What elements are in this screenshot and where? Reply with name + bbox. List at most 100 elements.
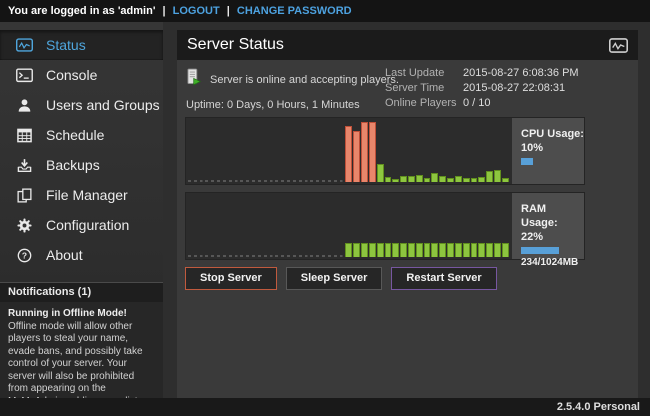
sidebar-item-schedule[interactable]: Schedule bbox=[0, 120, 163, 150]
chart-bar bbox=[431, 173, 438, 182]
chart-bar bbox=[270, 180, 275, 182]
notifications-panel: Notifications (1) Running in Offline Mod… bbox=[0, 282, 163, 416]
chart-bar bbox=[455, 243, 462, 257]
page-title: Server Status bbox=[187, 36, 284, 54]
restart-server-button[interactable]: Restart Server bbox=[391, 267, 496, 290]
sidebar-item-configuration[interactable]: Configuration bbox=[0, 210, 163, 240]
backups-icon bbox=[15, 157, 33, 174]
uptime-text: Uptime: 0 Days, 0 Hours, 1 Minutes bbox=[186, 99, 360, 111]
chart-bar bbox=[361, 243, 368, 257]
panel-body: Server is online and accepting players. … bbox=[177, 60, 638, 398]
chart-bar bbox=[385, 177, 392, 182]
chart-bar bbox=[287, 180, 292, 182]
chart-bar bbox=[264, 255, 269, 257]
ram-legend-swatch bbox=[521, 247, 559, 254]
sidebar-item-label: About bbox=[46, 247, 83, 263]
chart-bar bbox=[369, 243, 376, 257]
ram-legend-detail: 234/1024MB bbox=[521, 256, 584, 270]
stop-server-button[interactable]: Stop Server bbox=[185, 267, 277, 290]
file-manager-icon bbox=[15, 187, 33, 204]
chart-bar bbox=[217, 255, 222, 257]
chart-bar bbox=[270, 255, 275, 257]
chart-bar bbox=[447, 178, 454, 182]
server-online-icon bbox=[187, 68, 201, 91]
info-row-online-players: Online Players 0 / 10 bbox=[385, 97, 579, 109]
chart-bar bbox=[217, 180, 222, 182]
chart-bar bbox=[229, 255, 234, 257]
info-value: 0 / 10 bbox=[463, 97, 491, 109]
chart-bar bbox=[188, 255, 193, 257]
svg-text:?: ? bbox=[21, 250, 26, 260]
sidebar-item-backups[interactable]: Backups bbox=[0, 150, 163, 180]
chart-bar bbox=[240, 180, 245, 182]
question-icon: ? bbox=[15, 247, 33, 264]
chart-bar bbox=[447, 243, 454, 257]
chart-bar bbox=[416, 175, 423, 182]
chart-bar bbox=[281, 255, 286, 257]
footer-bar: 2.5.4.0 Personal bbox=[0, 398, 650, 416]
chart-bar bbox=[200, 255, 205, 257]
sidebar-item-users-and-groups[interactable]: Users and Groups bbox=[0, 90, 163, 120]
chart-bar bbox=[240, 255, 245, 257]
chart-bar bbox=[211, 180, 216, 182]
chart-bar bbox=[316, 255, 321, 257]
server-status-row: Server is online and accepting players. bbox=[187, 68, 399, 91]
chart-bar bbox=[416, 243, 423, 257]
sidebar-item-label: Configuration bbox=[46, 217, 129, 233]
chart-bar bbox=[235, 180, 240, 182]
ram-usage-legend: RAM Usage: 22% 234/1024MB bbox=[512, 193, 584, 259]
sidebar-item-console[interactable]: Console bbox=[0, 60, 163, 90]
chart-bar bbox=[424, 243, 431, 257]
sleep-server-button[interactable]: Sleep Server bbox=[286, 267, 383, 290]
separator: | bbox=[227, 5, 230, 17]
chart-bar bbox=[463, 243, 470, 257]
cpu-usage-legend: CPU Usage: 10% bbox=[512, 118, 584, 184]
sidebar-menu: Status Console Users and Groups Schedule bbox=[0, 22, 163, 270]
ram-legend-value: 22% bbox=[521, 230, 584, 244]
chart-bar bbox=[194, 180, 199, 182]
ram-usage-chart: RAM Usage: 22% 234/1024MB bbox=[185, 192, 585, 260]
status-chart-icon[interactable] bbox=[609, 38, 628, 53]
chart-bar bbox=[392, 243, 399, 257]
chart-bar bbox=[345, 243, 352, 257]
chart-bar bbox=[246, 255, 251, 257]
chart-bar bbox=[223, 255, 228, 257]
main-area: Server Status Server is online and accep… bbox=[163, 22, 650, 398]
server-action-buttons: Stop Server Sleep Server Restart Server bbox=[185, 267, 497, 290]
chart-bar bbox=[211, 255, 216, 257]
chart-bar bbox=[345, 126, 352, 182]
sidebar-item-status[interactable]: Status bbox=[0, 30, 163, 60]
chart-bar bbox=[385, 243, 392, 257]
info-label: Online Players bbox=[385, 97, 463, 109]
chart-bar bbox=[246, 180, 251, 182]
chart-bar bbox=[305, 255, 310, 257]
chart-bar bbox=[293, 180, 298, 182]
sidebar-item-label: File Manager bbox=[46, 187, 128, 203]
chart-bar bbox=[431, 243, 438, 257]
server-status-message: Server is online and accepting players. bbox=[210, 74, 399, 86]
chart-bar bbox=[455, 176, 462, 182]
sidebar-item-file-manager[interactable]: File Manager bbox=[0, 180, 163, 210]
change-password-link[interactable]: CHANGE PASSWORD bbox=[237, 5, 352, 17]
chart-bar bbox=[258, 180, 263, 182]
chart-bar bbox=[194, 255, 199, 257]
chart-bar bbox=[205, 255, 210, 257]
sidebar-item-about[interactable]: ? About bbox=[0, 240, 163, 270]
cpu-legend-value: 10% bbox=[521, 141, 584, 155]
chart-bar bbox=[205, 180, 210, 182]
chart-bar bbox=[310, 255, 315, 257]
chart-bar bbox=[408, 176, 415, 182]
info-row-server-time: Server Time 2015-08-27 22:08:31 bbox=[385, 82, 579, 94]
info-label: Server Time bbox=[385, 82, 463, 94]
chart-bar bbox=[478, 243, 485, 257]
users-icon bbox=[15, 97, 33, 114]
chart-bar bbox=[334, 180, 339, 182]
console-icon bbox=[15, 67, 33, 84]
logout-link[interactable]: LOGOUT bbox=[173, 5, 220, 17]
logged-in-text: You are logged in as 'admin' bbox=[8, 5, 155, 17]
chart-bar bbox=[424, 178, 431, 182]
info-value: 2015-08-27 22:08:31 bbox=[463, 82, 565, 94]
sidebar-item-label: Schedule bbox=[46, 127, 104, 143]
chart-bar bbox=[486, 243, 493, 257]
info-label: Last Update bbox=[385, 67, 463, 79]
